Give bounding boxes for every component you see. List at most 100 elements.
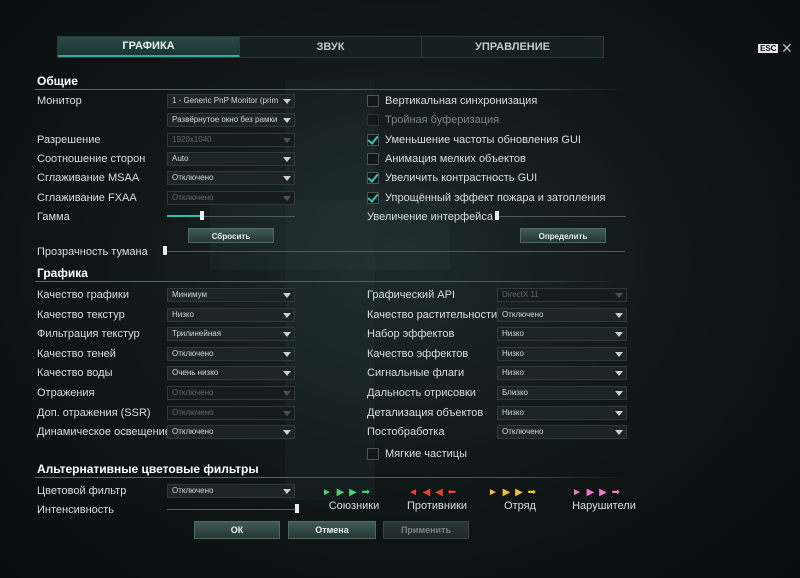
graphics-setting-label: Доп. отражения (SSR) xyxy=(37,406,151,419)
chevron-down-icon xyxy=(283,371,291,377)
tab-graphics[interactable]: ГРАФИКА xyxy=(58,37,240,57)
chevron-down-icon xyxy=(283,293,291,298)
graphics-setting-dropdown[interactable]: Трилинейная xyxy=(167,327,295,342)
fire-effect-checkbox[interactable] xyxy=(367,191,379,204)
chevron-down-icon xyxy=(283,99,291,104)
graphics-setting-dropdown[interactable]: Отключено xyxy=(167,425,295,440)
aspect-value: Auto xyxy=(172,154,189,163)
check-icon xyxy=(367,171,379,183)
graphics-setting-dropdown[interactable]: Минимум xyxy=(167,288,295,302)
gui-fps-label: Уменьшение частоты обновления GUI xyxy=(385,134,581,146)
graphics-setting-label: Постобработка xyxy=(367,426,445,439)
ui-scale-slider-handle[interactable] xyxy=(495,211,499,220)
check-icon xyxy=(367,133,379,145)
aspect-dropdown[interactable]: Auto xyxy=(167,152,295,166)
graphics-setting-value: DirectX 11 xyxy=(502,290,539,299)
graphics-setting-label: Динамическое освещение xyxy=(37,426,171,439)
graphics-setting-dropdown[interactable]: Низко xyxy=(497,346,627,361)
fxaa-dropdown: Отключено xyxy=(167,191,295,205)
graphics-setting-label: Качество текстур xyxy=(37,308,125,321)
chevron-down-icon xyxy=(283,410,291,416)
graphics-setting-value: Отключено xyxy=(172,388,214,397)
emblem-vertical xyxy=(285,80,375,500)
violators-color-icons: ► ▶ ▶ ➡ xyxy=(572,487,621,498)
chevron-down-icon xyxy=(283,312,291,318)
allies-label: Союзники xyxy=(328,500,380,512)
graphics-setting-dropdown[interactable]: Низко xyxy=(497,327,627,342)
tab-bar: ГРАФИКА ЗВУК УПРАВЛЕНИЕ xyxy=(57,36,604,58)
enemies-color-icons: ◄ ◀ ◀ ⬅ xyxy=(408,487,457,498)
chevron-down-icon xyxy=(615,371,623,377)
chevron-down-icon xyxy=(283,118,291,123)
tab-controls[interactable]: УПРАВЛЕНИЕ xyxy=(422,37,603,57)
gui-contrast-checkbox[interactable] xyxy=(367,171,379,184)
graphics-setting-value: Отключено xyxy=(172,427,214,437)
tab-sound[interactable]: ЗВУК xyxy=(240,37,422,57)
intensity-slider-handle[interactable] xyxy=(295,504,299,513)
monitor-label: Монитор xyxy=(37,95,82,107)
chevron-down-icon xyxy=(615,332,623,338)
gui-contrast-label: Увеличить контрастность GUI xyxy=(385,172,538,184)
chevron-down-icon xyxy=(283,157,291,162)
color-filter-dropdown[interactable]: Отключено xyxy=(167,484,295,498)
graphics-setting-value: Низко xyxy=(502,368,524,378)
divider xyxy=(35,89,625,90)
cancel-button[interactable]: Отмена xyxy=(288,521,376,539)
gui-fps-checkbox[interactable] xyxy=(367,133,379,146)
fog-slider-track[interactable] xyxy=(165,251,625,252)
ui-scale-slider-track[interactable] xyxy=(496,216,626,217)
ok-button[interactable]: ОК xyxy=(194,521,280,539)
graphics-setting-value: Низко xyxy=(502,329,524,339)
fxaa-label: Сглаживание FXAA xyxy=(37,192,137,204)
chevron-down-icon xyxy=(283,332,291,338)
small-anim-checkbox[interactable] xyxy=(367,153,379,165)
chevron-down-icon xyxy=(615,351,623,357)
graphics-setting-dropdown[interactable]: Отключено xyxy=(167,346,295,361)
msaa-value: Отключено xyxy=(172,173,214,182)
graphics-setting-label: Набор эффектов xyxy=(367,328,455,341)
graphics-setting-label: Фильтрация текстур xyxy=(37,328,140,341)
graphics-setting-label: Сигнальные флаги xyxy=(367,367,465,380)
graphics-setting-dropdown[interactable]: Низко xyxy=(497,405,627,420)
monitor-dropdown[interactable]: 1 - Generic PnP Monitor (prim xyxy=(167,94,295,108)
reset-gamma-button[interactable]: Сбросить xyxy=(188,228,274,243)
graphics-setting-label: Дальность отрисовки xyxy=(367,387,476,399)
section-title-general: Общие xyxy=(37,74,78,88)
division-color-icons: ► ▶ ▶ ➡ xyxy=(488,487,537,498)
chevron-down-icon xyxy=(615,410,623,416)
resolution-dropdown: 1920x1040 xyxy=(167,133,295,147)
chevron-down-icon xyxy=(283,176,291,181)
triple-buffer-label: Тройная буферизация xyxy=(385,114,500,126)
graphics-setting-dropdown[interactable]: Близко xyxy=(497,386,627,400)
graphics-setting-label: Детализация объектов xyxy=(367,406,484,419)
msaa-dropdown[interactable]: Отключено xyxy=(167,171,295,185)
chevron-down-icon xyxy=(283,489,291,494)
window-mode-value: Развёрнутое окно без рамки xyxy=(172,115,278,124)
color-filter-label: Цветовой фильтр xyxy=(37,485,127,497)
window-mode-dropdown[interactable]: Развёрнутое окно без рамки xyxy=(167,113,295,127)
fog-slider-handle[interactable] xyxy=(163,246,167,255)
vsync-checkbox[interactable] xyxy=(367,95,379,107)
graphics-setting-value: Очень низко xyxy=(172,368,219,378)
chevron-down-icon xyxy=(615,312,623,318)
soft-particles-checkbox[interactable] xyxy=(367,448,379,460)
graphics-setting-dropdown[interactable]: Низко xyxy=(167,307,295,322)
esc-key-icon: ESC xyxy=(758,44,779,53)
chevron-down-icon xyxy=(283,138,291,143)
chevron-down-icon xyxy=(283,430,291,436)
graphics-setting-dropdown[interactable]: Отключено xyxy=(497,307,627,322)
graphics-setting-dropdown: Отключено xyxy=(167,386,295,400)
graphics-setting-dropdown[interactable]: Низко xyxy=(497,366,627,381)
graphics-setting-dropdown[interactable]: Очень низко xyxy=(167,366,295,381)
graphics-setting-label: Графический API xyxy=(367,289,456,301)
graphics-setting-label: Отражения xyxy=(37,387,95,399)
violators-label: Нарушители xyxy=(572,500,636,512)
close-icon[interactable]: ✕ xyxy=(781,40,793,57)
detect-scale-button[interactable]: Определить xyxy=(520,228,606,243)
intensity-slider-track[interactable] xyxy=(167,509,297,510)
graphics-setting-dropdown[interactable]: Отключено xyxy=(497,425,627,440)
graphics-setting-value: Низко xyxy=(502,348,524,358)
chevron-down-icon xyxy=(615,430,623,436)
divider xyxy=(35,281,625,282)
gamma-slider-handle[interactable] xyxy=(200,211,204,220)
